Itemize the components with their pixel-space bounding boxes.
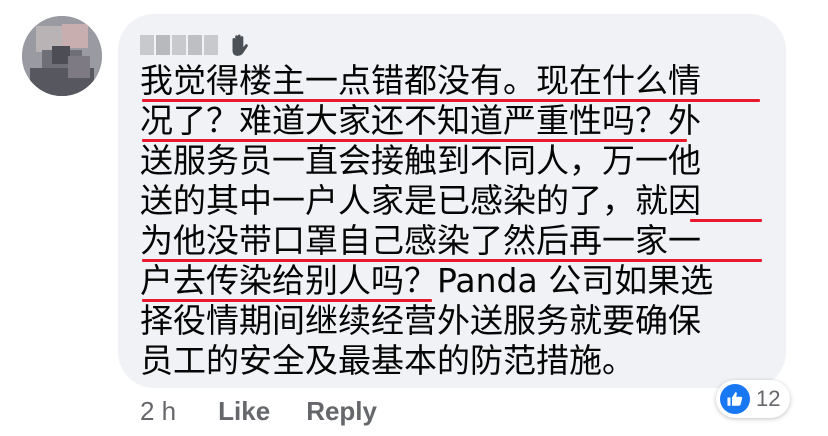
- comment-line-3: 送服务员一直会接触到不同人，万一他: [140, 141, 701, 180]
- highlight-underline: [142, 139, 687, 142]
- comment-line-4: 送的其中一户人家是已感染的了，就因: [140, 181, 701, 220]
- comment-line-1: 我觉得楼主一点错都没有。现在什么情: [140, 61, 701, 100]
- comment-line-7: 择役情期间继续经营外送服务就要确保: [140, 301, 701, 340]
- highlight-underline: [142, 299, 432, 302]
- highlight-underline: [142, 259, 762, 262]
- highlight-underline: [690, 219, 762, 222]
- reaction-count: 12: [756, 386, 781, 411]
- like-icon: [720, 384, 750, 414]
- comment-line-5: 为他没带口罩自己感染了然后再一家一: [140, 221, 701, 260]
- author-row: [140, 32, 252, 58]
- comment-line-8: 员工的安全及最基本的防范措施。: [140, 341, 635, 380]
- reactions-summary[interactable]: 12: [716, 380, 791, 418]
- comment-actions: 2 h Like Reply: [140, 394, 377, 428]
- comment-line-2: 况了？难道大家还不知道严重性吗？外: [140, 101, 701, 140]
- comment-line-6: 户去传染给别人吗？Panda 公司如果选: [140, 261, 714, 300]
- wave-icon: [232, 34, 248, 56]
- author-name-redacted[interactable]: [140, 35, 218, 55]
- reply-button[interactable]: Reply: [306, 396, 377, 427]
- timestamp[interactable]: 2 h: [140, 396, 176, 427]
- like-button[interactable]: Like: [218, 396, 270, 427]
- highlight-underline: [142, 99, 760, 102]
- avatar[interactable]: [22, 16, 102, 96]
